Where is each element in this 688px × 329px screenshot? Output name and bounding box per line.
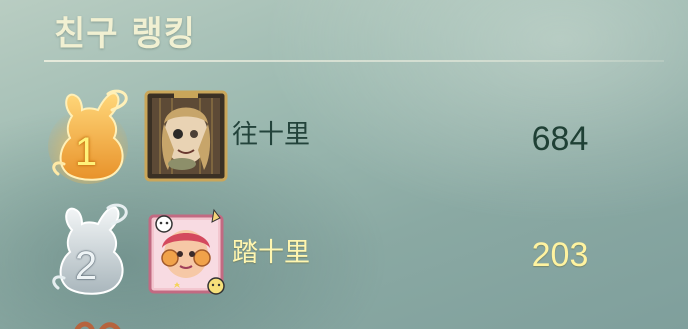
title-divider: [44, 60, 664, 62]
player-score: 203: [531, 236, 589, 274]
player-name: 往十里: [232, 120, 311, 150]
ranking-title: 친구 랭킹: [54, 14, 196, 54]
player-score: 684: [531, 120, 589, 158]
rank-number: 2: [74, 244, 98, 288]
ranking-row-3-partial: [0, 312, 688, 329]
pink-sticker-portrait-icon[interactable]: [144, 204, 228, 296]
ranking-row-1[interactable]: 1 往十里 684: [0, 86, 688, 186]
ranking-row-2[interactable]: 2 踏十里 203: [0, 200, 688, 300]
bronze-rabbit-icon: [70, 318, 130, 329]
player-name: 踏十里: [232, 238, 311, 268]
survivor-doll-portrait-icon[interactable]: [144, 90, 228, 182]
rank-number: 1: [74, 130, 98, 174]
